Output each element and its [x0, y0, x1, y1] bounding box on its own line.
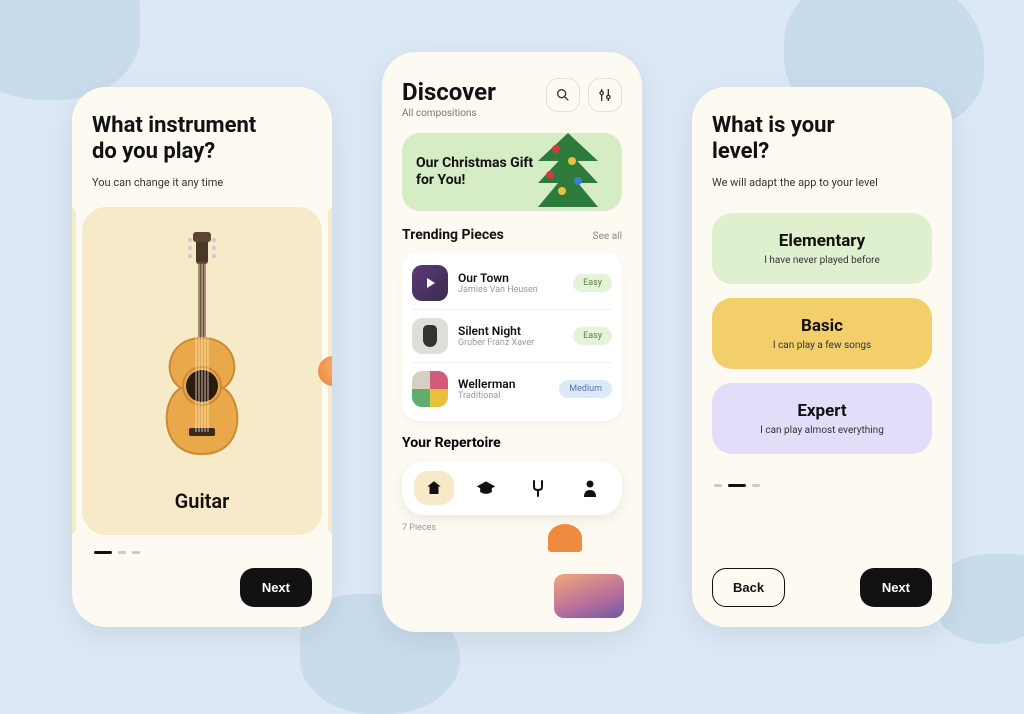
screen-instrument: What instrument do you play? You can cha… [72, 87, 332, 627]
level-option-elementary[interactable]: Elementary I have never played before [712, 213, 932, 284]
piece-name: Our Town [458, 271, 538, 285]
level-title: Expert [722, 401, 922, 421]
difficulty-badge: Medium [559, 380, 612, 398]
promo-banner[interactable]: Our Christmas Gift for You! [402, 133, 622, 211]
trending-list: Our Town Jamies Van Heusen Easy Silent N… [402, 251, 622, 421]
piece-row[interactable]: Wellerman Traditional Medium [412, 363, 612, 415]
difficulty-badge: Easy [573, 274, 612, 292]
page-indicator [714, 484, 932, 487]
instrument-carousel[interactable]: Guitar [92, 207, 312, 535]
piece-row[interactable]: Our Town Jamies Van Heusen Easy [412, 257, 612, 310]
level-subtitle: I can play almost everything [722, 425, 922, 436]
search-button[interactable] [546, 78, 580, 112]
page-dot-active [94, 551, 112, 554]
filter-button[interactable] [588, 78, 622, 112]
piece-name: Silent Night [458, 324, 534, 338]
person-icon [582, 479, 598, 497]
sliders-icon [597, 87, 613, 103]
screen-level: What is your level? We will adapt the ap… [692, 87, 952, 627]
difficulty-badge: Easy [573, 327, 612, 345]
bottom-nav [402, 461, 622, 515]
carousel-peek-left[interactable] [72, 207, 76, 535]
instrument-card-label: Guitar [175, 489, 230, 513]
page-dot [118, 551, 126, 554]
nav-tuner[interactable] [518, 471, 558, 505]
page-dot [752, 484, 760, 487]
piece-row[interactable]: Silent Night Gruber Franz Xaver Easy [412, 310, 612, 363]
next-button[interactable]: Next [860, 568, 932, 607]
onboarding-title: What is your level? [712, 113, 932, 166]
search-icon [555, 87, 571, 103]
carousel-peek-right[interactable] [328, 207, 332, 535]
home-icon [425, 479, 443, 497]
repertoire-count: 7 Pieces [402, 523, 622, 533]
piece-thumbnail [412, 318, 448, 354]
piece-composer: Gruber Franz Xaver [458, 338, 534, 348]
play-icon [427, 278, 435, 288]
nav-profile[interactable] [570, 471, 610, 505]
piece-composer: Jamies Van Heusen [458, 285, 538, 295]
level-option-expert[interactable]: Expert I can play almost everything [712, 383, 932, 454]
page-indicator [94, 551, 312, 554]
instrument-card-guitar[interactable]: Guitar [82, 207, 322, 535]
next-button[interactable]: Next [240, 568, 312, 607]
section-title-trending: Trending Pieces [402, 227, 504, 243]
decorative-image [548, 524, 582, 552]
piece-thumbnail [412, 371, 448, 407]
section-title-repertoire: Your Repertoire [402, 435, 622, 451]
level-option-basic[interactable]: Basic I can play a few songs [712, 298, 932, 369]
page-dot-active [728, 484, 746, 487]
piece-composer: Traditional [458, 391, 515, 401]
page-title: Discover [402, 78, 496, 106]
graduation-cap-icon [476, 479, 496, 497]
screen-discover: Discover All compositions Our Christmas … [382, 52, 642, 632]
guitar-illustration [147, 207, 257, 479]
level-subtitle: I have never played before [722, 255, 922, 266]
piece-name: Wellerman [458, 377, 515, 391]
christmas-tree-illustration [518, 133, 622, 211]
nav-learn[interactable] [466, 471, 506, 505]
level-title: Elementary [722, 231, 922, 251]
see-all-link[interactable]: See all [593, 231, 622, 242]
page-dot [132, 551, 140, 554]
back-button[interactable]: Back [712, 568, 785, 607]
page-subtitle: All compositions [402, 108, 496, 119]
page-dot [714, 484, 722, 487]
piece-thumbnail [412, 265, 448, 301]
nav-home[interactable] [414, 471, 454, 505]
tuning-fork-icon [530, 479, 546, 497]
level-subtitle: I can play a few songs [722, 340, 922, 351]
onboarding-subtitle: You can change it any time [92, 176, 312, 189]
onboarding-subtitle: We will adapt the app to your level [712, 176, 932, 189]
onboarding-title: What instrument do you play? [92, 113, 312, 166]
repertoire-image [554, 574, 624, 618]
level-title: Basic [722, 316, 922, 336]
